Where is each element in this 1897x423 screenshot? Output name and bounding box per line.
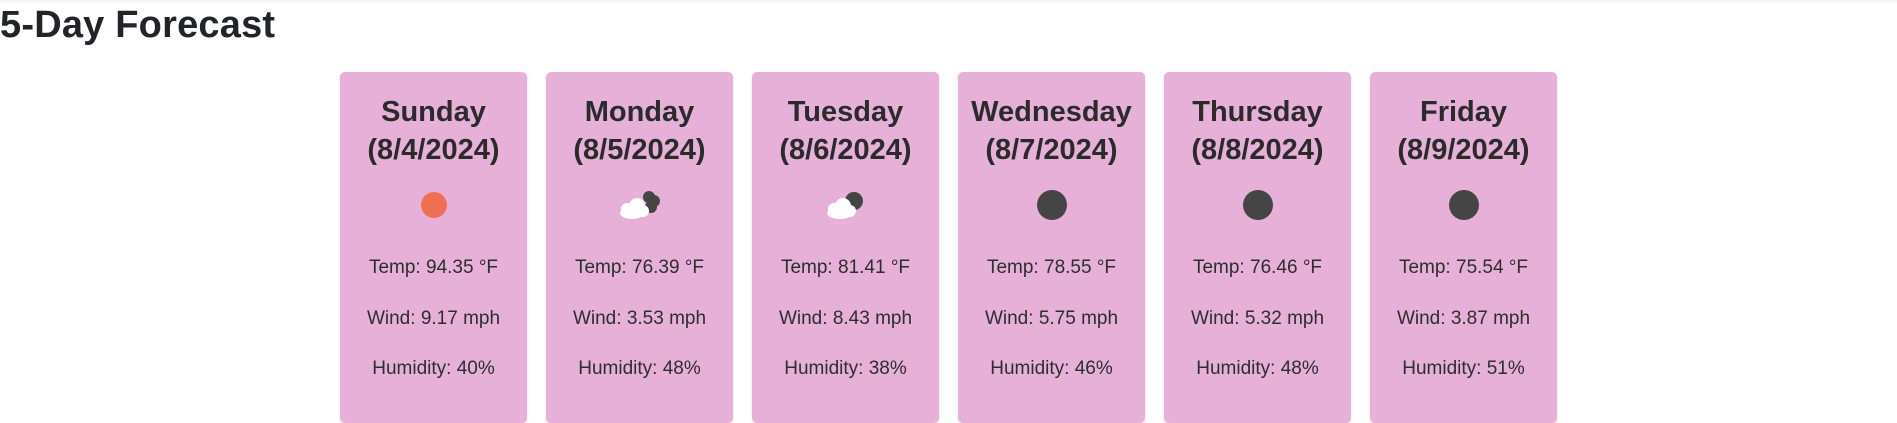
day-date: (8/7/2024) — [985, 134, 1118, 166]
day-date: (8/8/2024) — [1191, 134, 1324, 166]
wind-text: Wind: 8.43 mph — [778, 308, 913, 329]
wind-text: Wind: 9.17 mph — [366, 308, 501, 329]
dark-moon-icon — [1242, 190, 1273, 220]
weather-icon-container — [752, 182, 939, 228]
sun-icon — [420, 192, 447, 218]
partly-cloudy-night-icon — [619, 191, 660, 219]
cloud-moon-icon — [826, 192, 863, 219]
forecast-day-heading: Tuesday (8/6/2024) — [752, 72, 939, 169]
humidity-text: Humidity: 38% — [784, 358, 907, 379]
day-name: Monday — [584, 96, 695, 128]
day-name: Thursday — [1192, 96, 1323, 128]
humidity-text: Humidity: 48% — [578, 358, 701, 379]
dark-moon-icon — [1036, 190, 1067, 220]
day-date: (8/4/2024) — [367, 134, 500, 166]
weather-icon-container — [340, 182, 527, 228]
weather-icon-container — [546, 182, 733, 228]
wind-text: Wind: 5.32 mph — [1190, 308, 1325, 329]
wind-text: Wind: 3.87 mph — [1396, 308, 1531, 329]
temperature-text: Temp: 76.39 °F — [574, 257, 705, 278]
top-border — [0, 0, 1897, 3]
forecast-day-heading: Monday (8/5/2024) — [546, 72, 733, 169]
humidity-text: Humidity: 51% — [1402, 358, 1525, 379]
forecast-card-wednesday: Wednesday (8/7/2024) Temp: 78.55 °F Wind… — [958, 72, 1145, 423]
day-date: (8/5/2024) — [573, 134, 706, 166]
forecast-day-heading: Thursday (8/8/2024) — [1164, 72, 1351, 169]
day-name: Tuesday — [787, 96, 904, 128]
weather-icon-container — [958, 182, 1145, 228]
humidity-text: Humidity: 40% — [372, 358, 495, 379]
forecast-card-list: Sunday (8/4/2024) Temp: 94.35 °F Wind: 9… — [340, 72, 1557, 423]
temperature-text: Temp: 76.46 °F — [1192, 257, 1323, 278]
day-name: Friday — [1419, 96, 1508, 128]
day-name: Sunday — [381, 96, 486, 128]
humidity-text: Humidity: 46% — [990, 358, 1113, 379]
section-title: 5-Day Forecast — [0, 4, 276, 46]
wind-text: Wind: 3.53 mph — [572, 308, 707, 329]
day-name: Wednesday — [971, 96, 1132, 128]
day-date: (8/9/2024) — [1397, 134, 1530, 166]
forecast-card-thursday: Thursday (8/8/2024) Temp: 76.46 °F Wind:… — [1164, 72, 1351, 423]
forecast-day-heading: Sunday (8/4/2024) — [340, 72, 527, 169]
forecast-card-monday: Monday (8/5/2024) Temp: 76.39 °F Wind: 3… — [546, 72, 733, 423]
forecast-card-sunday: Sunday (8/4/2024) Temp: 94.35 °F Wind: 9… — [340, 72, 527, 423]
weather-icon-container — [1164, 182, 1351, 228]
temperature-text: Temp: 81.41 °F — [780, 257, 911, 278]
wind-text: Wind: 5.75 mph — [984, 308, 1119, 329]
temperature-text: Temp: 78.55 °F — [986, 257, 1117, 278]
forecast-card-tuesday: Tuesday (8/6/2024) Temp: 81.41 °F Wind: … — [752, 72, 939, 423]
temperature-text: Temp: 94.35 °F — [368, 257, 499, 278]
weather-icon-container — [1370, 182, 1557, 228]
temperature-text: Temp: 75.54 °F — [1398, 257, 1529, 278]
humidity-text: Humidity: 48% — [1196, 358, 1319, 379]
dark-moon-icon — [1448, 190, 1479, 220]
forecast-day-heading: Wednesday (8/7/2024) — [958, 72, 1145, 169]
forecast-card-friday: Friday (8/9/2024) Temp: 75.54 °F Wind: 3… — [1370, 72, 1557, 423]
day-date: (8/6/2024) — [779, 134, 912, 166]
forecast-day-heading: Friday (8/9/2024) — [1370, 72, 1557, 169]
